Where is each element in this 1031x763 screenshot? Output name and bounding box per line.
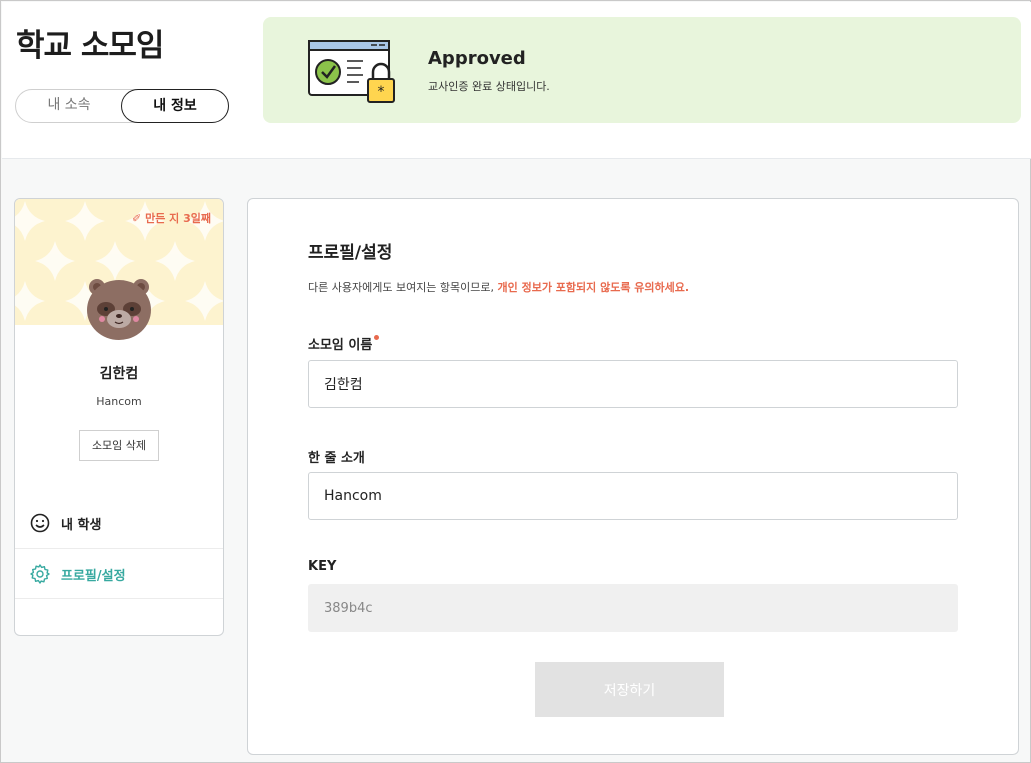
intro-label: 한 줄 소개 bbox=[308, 451, 365, 466]
app-title: 학교 소모임 bbox=[16, 28, 164, 64]
profile-name: 김한컴 bbox=[99, 366, 139, 382]
group-name-label: 소모임 이름 bbox=[308, 334, 380, 353]
verification-banner: * Approved 교사인증 완료 상태입니다. bbox=[263, 17, 1021, 123]
banner-status: Approved bbox=[428, 48, 526, 69]
menu-item-label: 내 학생 bbox=[61, 518, 102, 533]
save-button[interactable]: 저장하기 bbox=[535, 662, 724, 717]
intro-input[interactable] bbox=[308, 472, 958, 520]
delete-group-button[interactable]: 소모임 삭제 bbox=[79, 430, 159, 461]
required-indicator bbox=[374, 335, 380, 340]
settings-panel: 프로필/설정 다른 사용자에게도 보여지는 항목이므로, 개인 정보가 포함되지… bbox=[247, 198, 1019, 755]
profile-subtitle: Hancom bbox=[96, 395, 142, 408]
party-popper-icon: ✐ bbox=[132, 212, 142, 225]
smiley-icon bbox=[30, 513, 50, 533]
svg-text:*: * bbox=[378, 84, 385, 100]
days-since-created-badge: ✐ 만든 지 3일째 bbox=[132, 210, 211, 226]
key-field bbox=[308, 584, 958, 632]
notice-warning: 개인 정보가 포함되지 않도록 유의하세요. bbox=[497, 281, 690, 294]
group-name-label-text: 소모임 이름 bbox=[308, 338, 373, 353]
menu-item-profile-settings[interactable]: 프로필/설정 bbox=[15, 548, 223, 598]
menu-item-label: 프로필/설정 bbox=[61, 569, 126, 584]
verified-document-icon: * bbox=[308, 40, 395, 103]
banner-description: 교사인증 완료 상태입니다. bbox=[428, 80, 550, 93]
key-label: KEY bbox=[308, 559, 337, 574]
section-title: 프로필/설정 bbox=[308, 243, 393, 263]
gear-icon bbox=[30, 564, 50, 584]
notice-text: 다른 사용자에게도 보여지는 항목이므로, bbox=[308, 281, 498, 294]
header: 학교 소모임 내 소속 내 정보 * Approved 교사인증 완료 상태입니… bbox=[2, 2, 1031, 159]
tab-my-affiliation[interactable]: 내 소속 bbox=[16, 89, 122, 123]
tab-switcher: 내 소속 내 정보 bbox=[15, 89, 229, 123]
menu-item-my-students[interactable]: 내 학생 bbox=[15, 498, 223, 548]
tab-my-info[interactable]: 내 정보 bbox=[121, 89, 229, 123]
privacy-notice: 다른 사용자에게도 보여지는 항목이므로, 개인 정보가 포함되지 않도록 유의… bbox=[308, 279, 689, 295]
app-window: 학교 소모임 내 소속 내 정보 * Approved 교사인증 완료 상태입니… bbox=[0, 0, 1031, 763]
avatar bbox=[87, 279, 151, 340]
divider bbox=[15, 598, 223, 599]
profile-card: ✐ 만든 지 3일째 김한컴 Hancom 소모임 삭제 내 학생 프로필/설정 bbox=[14, 198, 224, 636]
group-name-input[interactable] bbox=[308, 360, 958, 408]
days-badge-label: 만든 지 3일째 bbox=[145, 212, 211, 225]
